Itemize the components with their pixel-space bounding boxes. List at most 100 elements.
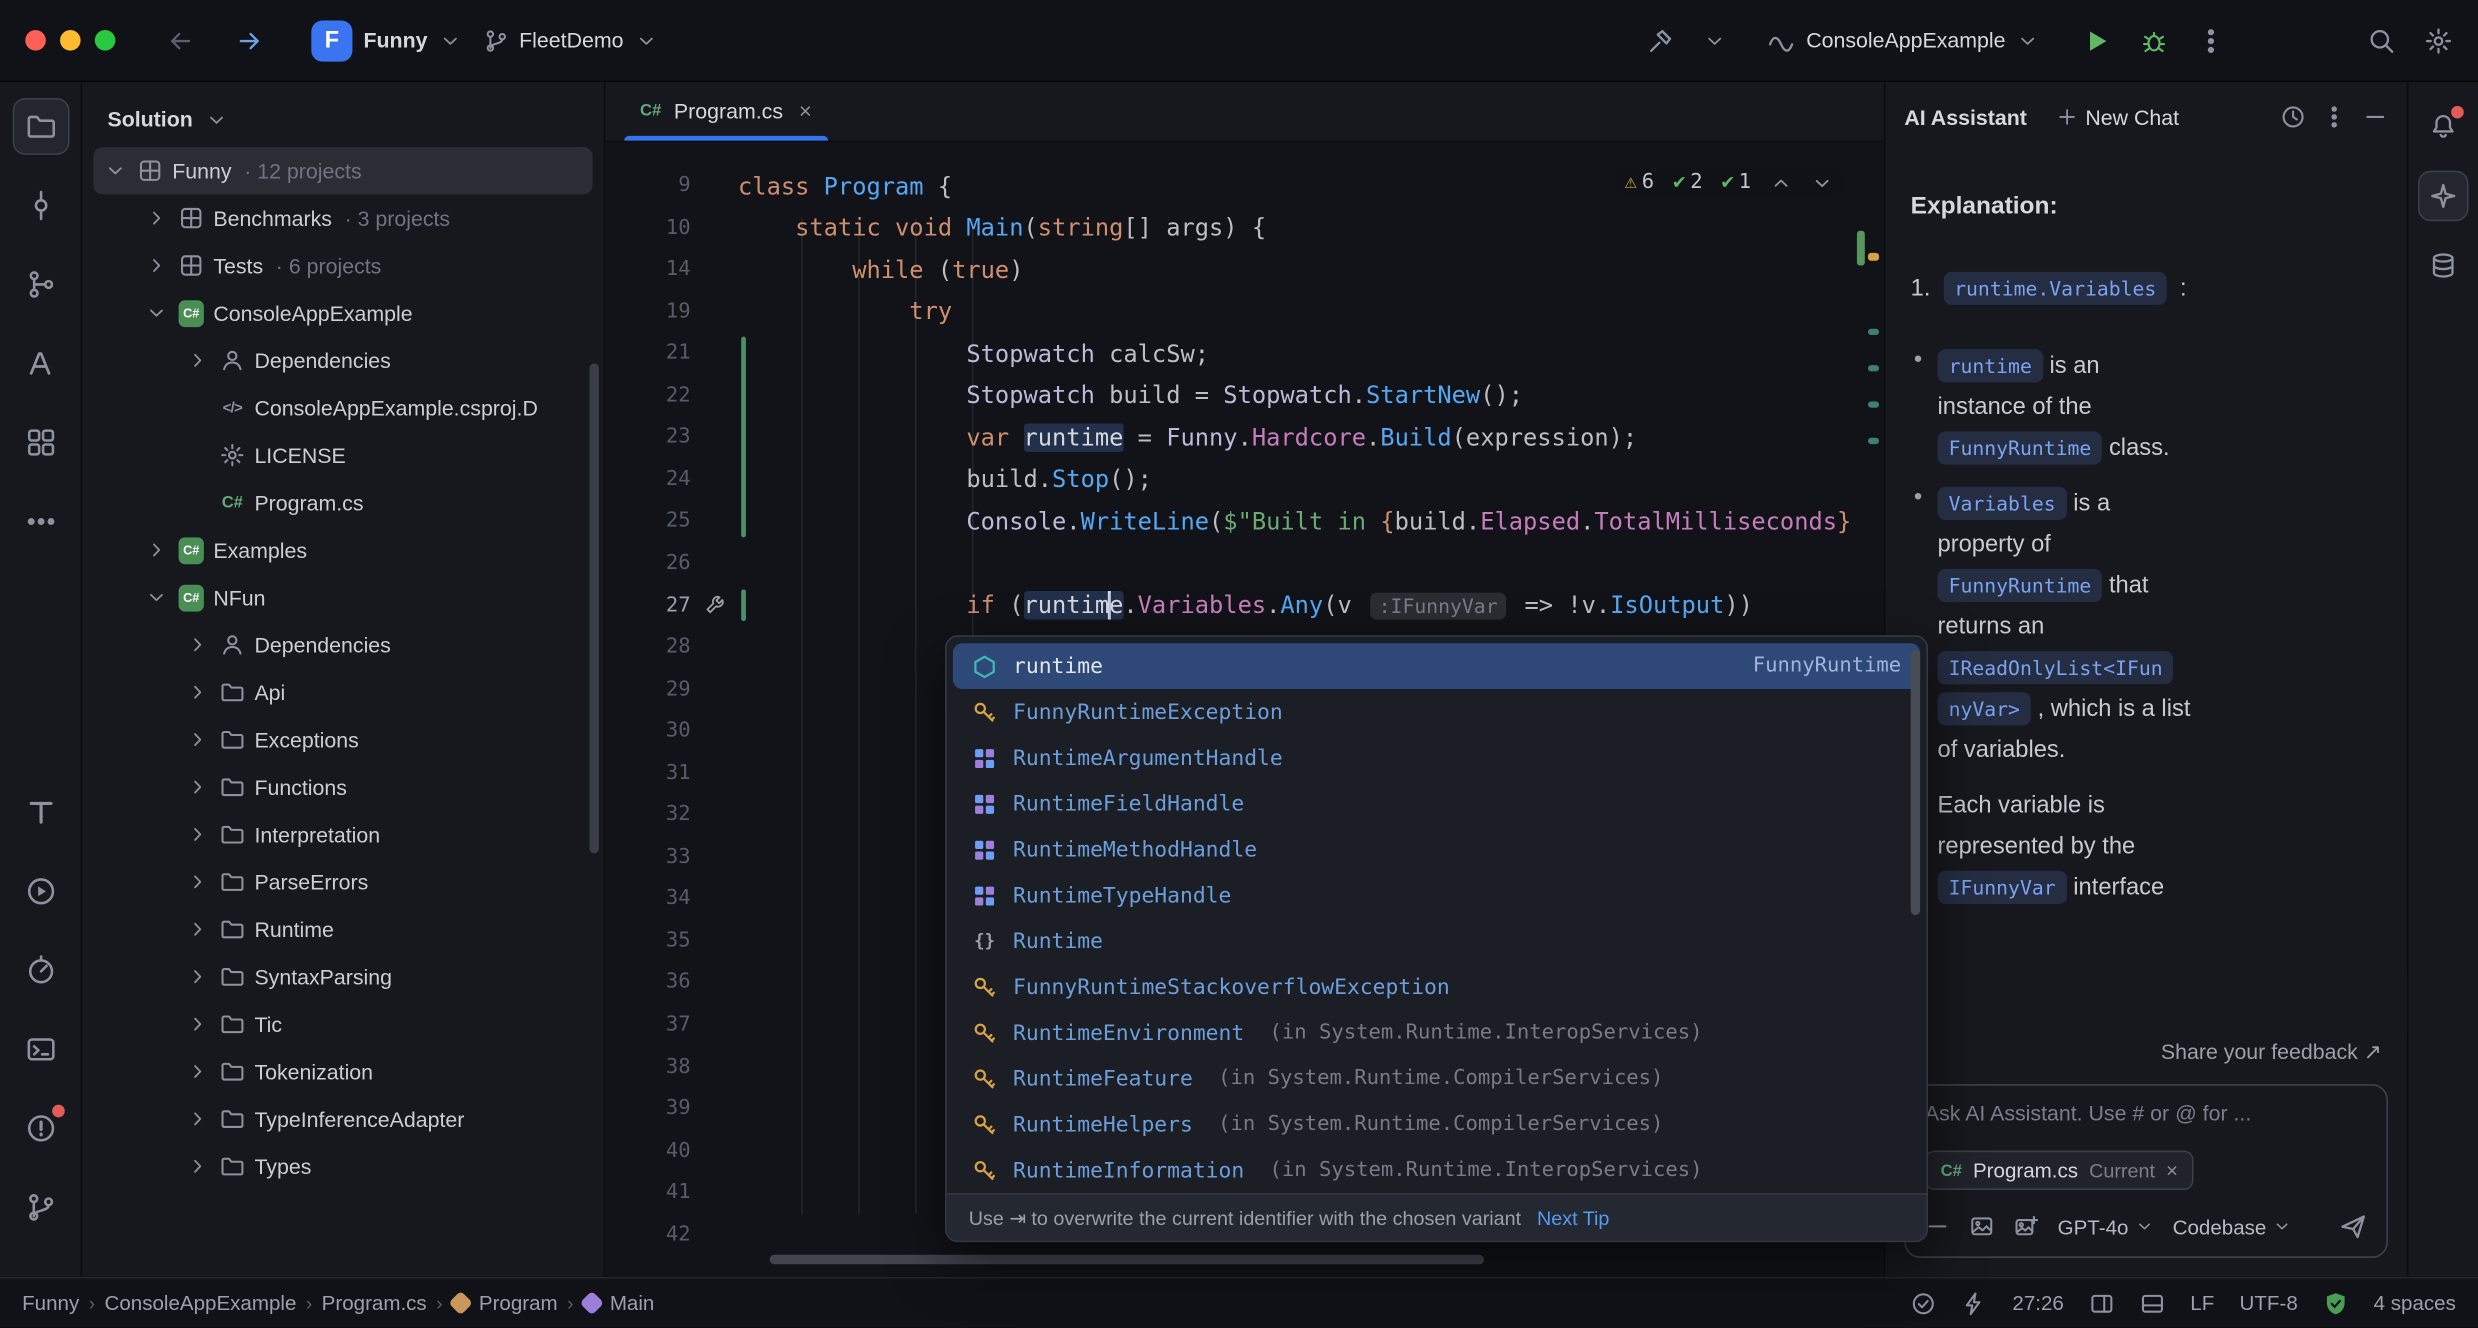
performance-widget-icon[interactable]: [1962, 1290, 1987, 1315]
completion-item-funnyruntimeexception[interactable]: FunnyRuntimeException: [953, 689, 1920, 735]
line-number-29[interactable]: 29: [605, 677, 690, 701]
line-number-41[interactable]: 41: [605, 1181, 690, 1205]
tree-item-dependencies[interactable]: Dependencies: [93, 337, 592, 384]
chevron-right-icon[interactable]: [144, 539, 169, 561]
breadcrumb-item-funny[interactable]: Funny: [22, 1291, 79, 1315]
files-icon[interactable]: [12, 98, 69, 155]
completion-item-runtimehelpers[interactable]: RuntimeHelpers(in System.Runtime.Compile…: [953, 1102, 1920, 1148]
problems-icon[interactable]: [12, 1100, 69, 1157]
tab-program-cs[interactable]: C# Program.cs ×: [618, 81, 834, 141]
ai-chat-icon[interactable]: [2418, 171, 2469, 222]
completion-item-runtimetypehandle[interactable]: RuntimeTypeHandle: [953, 872, 1920, 918]
tree-item-funny[interactable]: Funny· 12 projects: [93, 147, 592, 194]
line-number-37[interactable]: 37: [605, 1013, 690, 1037]
tree-item-benchmarks[interactable]: Benchmarks· 3 projects: [93, 194, 592, 241]
completion-item-runtimefieldhandle[interactable]: RuntimeFieldHandle: [953, 781, 1920, 827]
chevron-down-icon[interactable]: [103, 160, 128, 182]
tree-item-consoleappexample[interactable]: C#ConsoleAppExample: [93, 289, 592, 336]
run-configuration-select[interactable]: ConsoleAppExample: [1767, 26, 2039, 54]
chevron-right-icon[interactable]: [185, 776, 210, 798]
database-icon[interactable]: [2418, 240, 2469, 291]
line-number-27[interactable]: 27: [605, 593, 690, 617]
chevron-down-icon[interactable]: [144, 586, 169, 608]
tree-item-interpretation[interactable]: Interpretation: [93, 811, 592, 858]
commit-icon[interactable]: [12, 177, 69, 234]
next-tip-link[interactable]: Next Tip: [1537, 1207, 1609, 1229]
chevron-right-icon[interactable]: [185, 1108, 210, 1130]
tree-item-functions[interactable]: Functions: [93, 763, 592, 810]
tree-item-syntaxparsing[interactable]: SyntaxParsing: [93, 953, 592, 1000]
split-bottom-icon[interactable]: [2140, 1290, 2165, 1315]
line-number-14[interactable]: 14: [605, 258, 690, 282]
line-number-33[interactable]: 33: [605, 845, 690, 869]
debug-button[interactable]: [2140, 26, 2168, 54]
add-image-icon[interactable]: [2013, 1214, 2038, 1239]
line-number-40[interactable]: 40: [605, 1139, 690, 1163]
notifications-icon[interactable]: [2418, 101, 2469, 152]
line-number-38[interactable]: 38: [605, 1055, 690, 1079]
workspace-switcher[interactable]: FleetDemo: [483, 28, 657, 53]
completion-item-runtimeargumenthandle[interactable]: RuntimeArgumentHandle: [953, 735, 1920, 781]
close-window-button[interactable]: [25, 30, 46, 51]
tree-item-license[interactable]: LICENSE: [93, 431, 592, 478]
plugins-icon[interactable]: [12, 414, 69, 471]
horizontal-scrollbar[interactable]: [770, 1255, 1484, 1264]
tree-item-types[interactable]: Types: [93, 1143, 592, 1190]
chevron-down-icon[interactable]: [144, 302, 169, 324]
breadcrumb-item-program-cs[interactable]: Program.cs: [322, 1291, 427, 1315]
chevron-right-icon[interactable]: [144, 254, 169, 276]
search-icon[interactable]: [2367, 26, 2395, 54]
chevron-right-icon[interactable]: [185, 349, 210, 371]
completion-item-runtimeinformation[interactable]: RuntimeInformation(in System.Runtime.Int…: [953, 1147, 1920, 1193]
collapse-icon[interactable]: [1925, 1214, 1950, 1239]
analysis-ok-icon[interactable]: [1911, 1290, 1936, 1315]
chevron-right-icon[interactable]: [185, 1155, 210, 1177]
back-icon[interactable]: [166, 26, 194, 54]
line-number-42[interactable]: 42: [605, 1223, 690, 1247]
completion-item-funnyruntimestackoverflowexception[interactable]: FunnyRuntimeStackoverflowException: [953, 964, 1920, 1010]
chat-history-icon[interactable]: [2280, 104, 2305, 129]
remove-context-icon[interactable]: ×: [2166, 1158, 2178, 1182]
tree-item-tokenization[interactable]: Tokenization: [93, 1048, 592, 1095]
tree-item-tests[interactable]: Tests· 6 projects: [93, 242, 592, 289]
breadcrumb-item-main[interactable]: Main: [583, 1291, 654, 1315]
previous-problem-icon[interactable]: [1770, 171, 1792, 193]
sidebar-scrollbar[interactable]: [589, 363, 598, 853]
context-file-chip[interactable]: C# Program.cs Current ×: [1925, 1151, 2194, 1191]
completion-item-runtimeenvironment[interactable]: RuntimeEnvironment(in System.Runtime.Int…: [953, 1010, 1920, 1056]
breadcrumb-item-consoleappexample[interactable]: ConsoleAppExample: [105, 1291, 297, 1315]
line-number-35[interactable]: 35: [605, 929, 690, 953]
chevron-right-icon[interactable]: [185, 681, 210, 703]
line-number-28[interactable]: 28: [605, 635, 690, 659]
tree-item-exceptions[interactable]: Exceptions: [93, 716, 592, 763]
inspection-shield-icon[interactable]: [2323, 1290, 2348, 1315]
profiler-icon[interactable]: [12, 942, 69, 999]
line-number-24[interactable]: 24: [605, 468, 690, 492]
maximize-window-button[interactable]: [95, 30, 116, 51]
chevron-right-icon[interactable]: [144, 207, 169, 229]
line-number-30[interactable]: 30: [605, 719, 690, 743]
line-number-31[interactable]: 31: [605, 761, 690, 785]
tree-item-consoleappexample-csproj-d[interactable]: </>ConsoleAppExample.csproj.D: [93, 384, 592, 431]
line-number-32[interactable]: 32: [605, 803, 690, 827]
chevron-right-icon[interactable]: [185, 966, 210, 988]
line-number-9[interactable]: 9: [605, 174, 690, 198]
minimize-window-button[interactable]: [60, 30, 81, 51]
run-button[interactable]: [2083, 26, 2111, 54]
tree-item-examples[interactable]: C#Examples: [93, 526, 592, 573]
scope-select[interactable]: Codebase: [2173, 1215, 2292, 1239]
line-number-34[interactable]: 34: [605, 887, 690, 911]
tree-item-typeinferenceadapter[interactable]: TypeInferenceAdapter: [93, 1095, 592, 1142]
tree-item-runtime[interactable]: Runtime: [93, 906, 592, 953]
chevron-right-icon[interactable]: [185, 729, 210, 751]
completion-item-runtime[interactable]: runtimeFunnyRuntime: [953, 643, 1920, 689]
line-number-21[interactable]: 21: [605, 342, 690, 366]
send-prompt-icon[interactable]: [2339, 1212, 2367, 1240]
line-number-23[interactable]: 23: [605, 426, 690, 450]
split-right-icon[interactable]: [2089, 1290, 2114, 1315]
chevron-right-icon[interactable]: [185, 823, 210, 845]
line-number-19[interactable]: 19: [605, 300, 690, 324]
completion-item-runtimemethodhandle[interactable]: RuntimeMethodHandle: [953, 827, 1920, 873]
build-options-chevron-icon[interactable]: [1704, 29, 1726, 51]
line-number-36[interactable]: 36: [605, 971, 690, 995]
